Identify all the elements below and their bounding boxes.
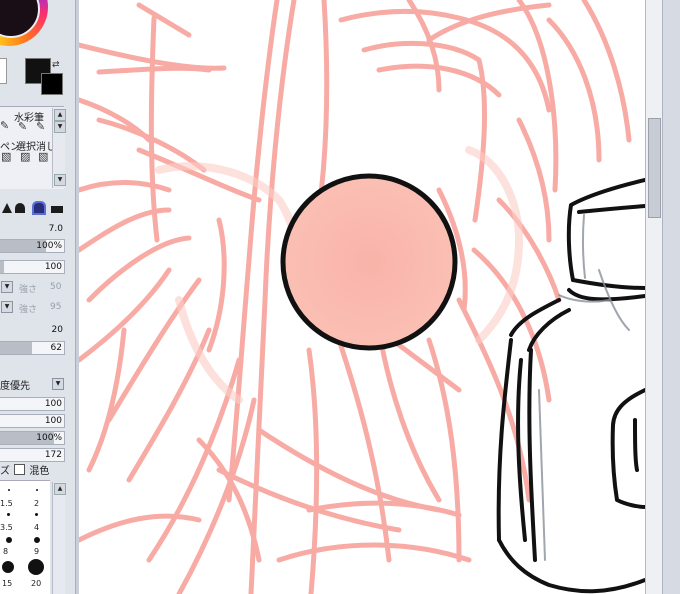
strength-value: 50	[50, 282, 62, 292]
strength-value: 95	[50, 302, 62, 312]
dropdown-icon[interactable]: ▼	[1, 281, 13, 293]
size-dot[interactable]	[35, 513, 38, 516]
scrollbar-thumb[interactable]	[648, 118, 661, 218]
scroll-arrow-icon[interactable]: ▲	[54, 109, 66, 121]
tool-scrollbar[interactable]: ▲ ▼ ▼	[52, 108, 66, 188]
strength-label: 強さ	[19, 285, 38, 295]
size-dot[interactable]	[28, 559, 44, 575]
brush-icon[interactable]: ✎	[36, 120, 45, 133]
secondary-color-swatch[interactable]	[41, 73, 63, 95]
mix-checkbox[interactable]	[14, 464, 26, 475]
size-label: 9	[34, 547, 40, 556]
eraser-icon[interactable]: ▧	[38, 150, 48, 163]
shape-icon[interactable]	[51, 206, 63, 213]
density-slider[interactable]: 100	[0, 260, 65, 274]
shape-icon[interactable]	[2, 203, 12, 213]
size-dot[interactable]	[8, 489, 10, 491]
size-dot[interactable]	[36, 489, 38, 491]
option-label: ズ	[0, 466, 10, 477]
drawing-canvas[interactable]	[79, 0, 645, 594]
brush-size-presets: 1.5 2 3.5 4 8 9 15 20	[0, 480, 50, 594]
sketch-artwork	[79, 0, 645, 594]
size-label: 20	[31, 579, 42, 588]
size-label: 2	[34, 499, 40, 508]
tool-panel: ⇄ ✎ 水彩筆 ✎ ✎ ペン 選択消し ▧ ▨ ▧ ▲ ▼ ▼ 7.0 100%…	[0, 0, 75, 594]
size-dot[interactable]	[6, 537, 12, 543]
blending-value: 20	[51, 325, 63, 335]
size-label: 8	[3, 547, 9, 556]
shape-icon[interactable]	[15, 203, 25, 213]
size-label: 4	[34, 523, 40, 532]
dilution-slider[interactable]: 62	[0, 341, 65, 355]
scroll-arrow-icon[interactable]: ▼	[54, 174, 66, 186]
value-slider-d[interactable]: 172	[0, 448, 65, 462]
brush-icon[interactable]: ✎	[18, 120, 27, 133]
option-row: ズ 混色	[0, 462, 49, 477]
scroll-arrow-icon[interactable]: ▲	[54, 483, 66, 495]
size-dot[interactable]	[34, 537, 40, 543]
strength-label: 強さ	[19, 305, 38, 315]
eraser-icon[interactable]: ▨	[20, 150, 30, 163]
swap-colors-icon[interactable]: ⇄	[52, 60, 60, 70]
brush-size-value: 7.0	[48, 224, 63, 234]
eraser-icon[interactable]: ▧	[1, 150, 11, 163]
ink-circle	[280, 173, 458, 351]
shape-icon[interactable]	[32, 201, 46, 215]
size-dot[interactable]	[7, 513, 10, 516]
mix-label: 混色	[29, 466, 50, 477]
transparent-swatch[interactable]	[0, 58, 7, 84]
size-label: 15	[2, 579, 13, 588]
right-panel-edge	[662, 0, 680, 594]
size-dot[interactable]	[2, 561, 14, 573]
quality-label: 度優先	[0, 381, 30, 392]
quality-dropdown[interactable]: ▼	[52, 378, 64, 390]
value-slider-a[interactable]: 100	[0, 397, 65, 411]
size-label: 3.5	[0, 523, 13, 532]
scroll-arrow-icon[interactable]: ▼	[54, 121, 66, 133]
gray-guide-strokes	[538, 214, 630, 561]
dropdown-icon[interactable]: ▼	[1, 301, 13, 313]
value-slider-b[interactable]: 100	[0, 414, 65, 428]
canvas-vertical-scrollbar[interactable]	[645, 0, 662, 594]
min-size-slider[interactable]: 100%	[0, 239, 65, 253]
size-label: 1.5	[0, 499, 13, 508]
brush-icon[interactable]: ✎	[0, 119, 9, 132]
brush-shape-row	[0, 198, 66, 216]
value-slider-c[interactable]: 100%	[0, 431, 65, 445]
size-scrollbar[interactable]: ▲	[52, 482, 66, 594]
